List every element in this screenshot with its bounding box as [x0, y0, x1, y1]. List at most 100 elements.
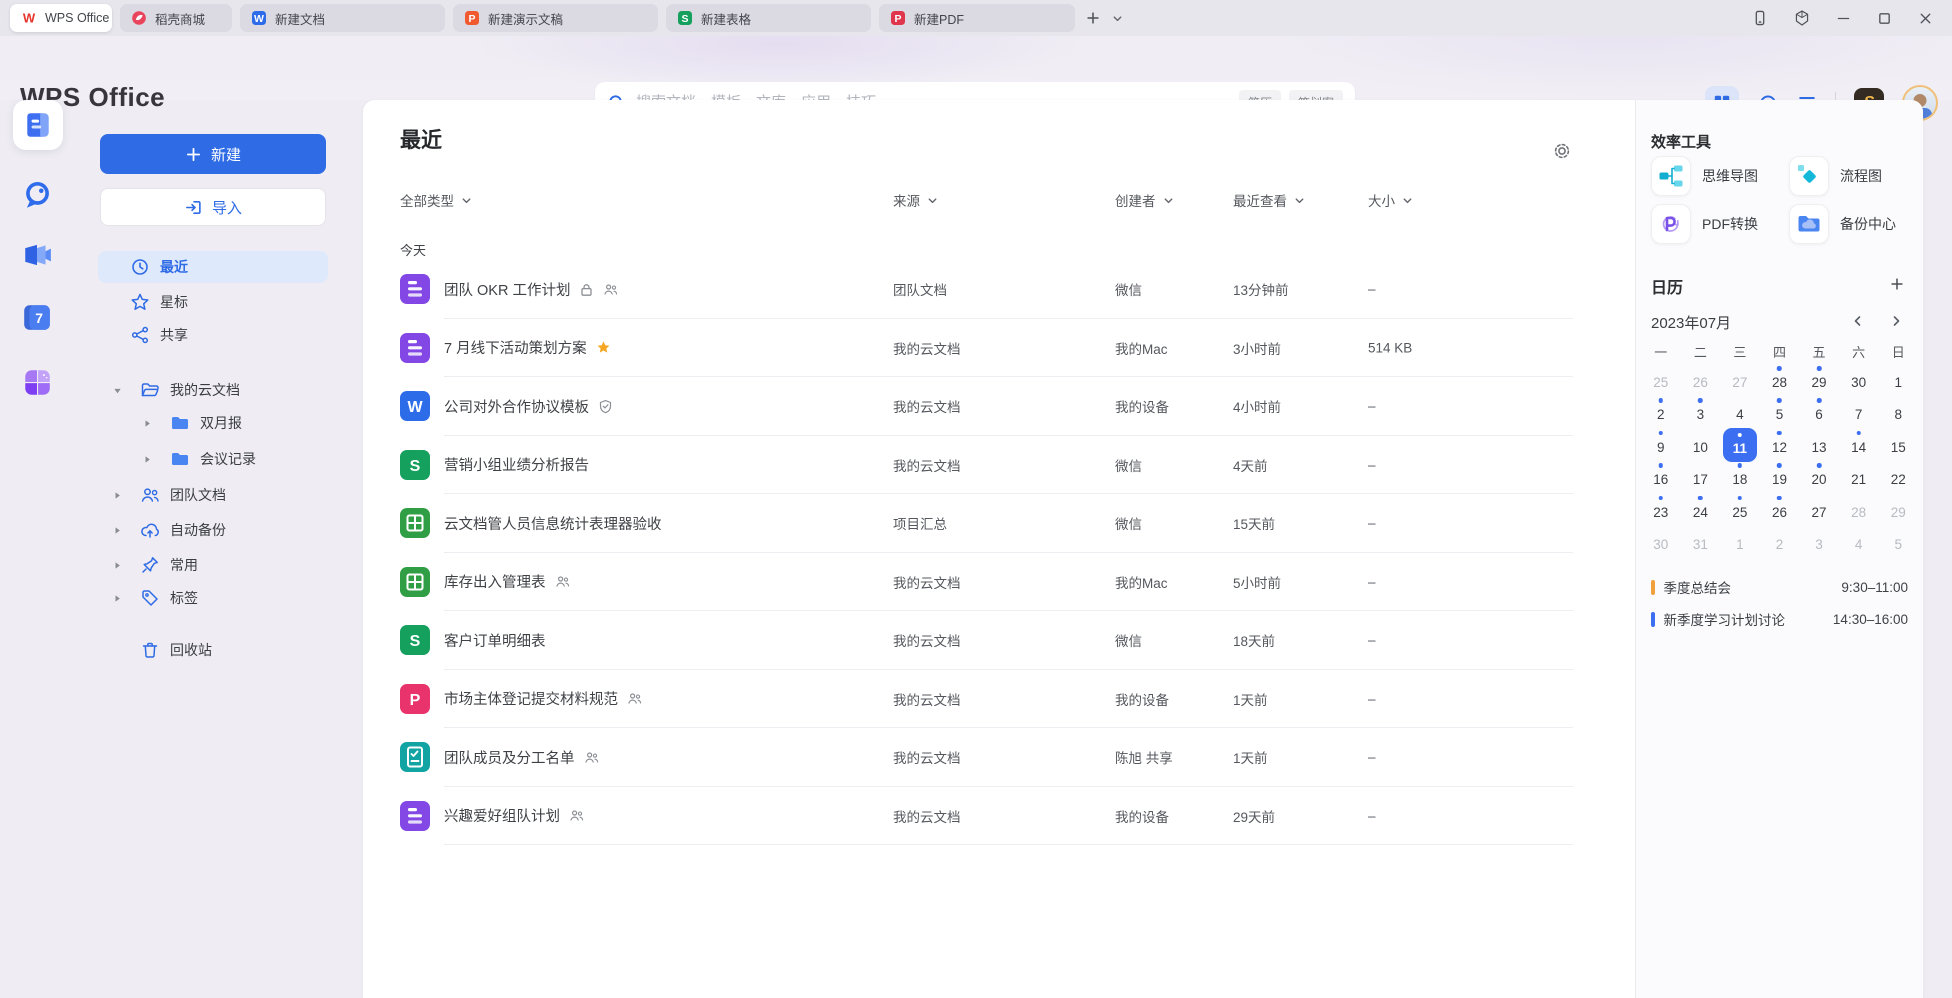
file-row[interactable]: 云文档管人员信息统计表理器验收 项目汇总 微信 15天前 –: [400, 494, 1573, 553]
app-tab-WPS Office[interactable]: W WPS Office: [10, 4, 112, 32]
filter-最近查看[interactable]: 最近查看: [1233, 190, 1306, 210]
calendar-day[interactable]: 26: [1760, 494, 1800, 526]
file-row[interactable]: 团队 OKR 工作计划 团队文档 微信 13分钟前 –: [400, 260, 1573, 319]
rail-meeting[interactable]: [21, 239, 53, 271]
calendar-day[interactable]: 28: [1839, 494, 1879, 526]
file-row[interactable]: 团队成员及分工名单 我的云文档 陈旭 共享 1天前 –: [400, 728, 1573, 787]
workspace-button[interactable]: [1793, 9, 1811, 27]
calendar-day[interactable]: 10: [1681, 429, 1721, 461]
star-icon: [596, 340, 611, 355]
calendar-day[interactable]: 12: [1760, 429, 1800, 461]
tool-思维导图[interactable]: 思维导图: [1651, 156, 1758, 196]
calendar-day[interactable]: 6: [1799, 396, 1839, 428]
import-button[interactable]: 导入: [100, 188, 326, 226]
rail-documents[interactable]: [13, 100, 63, 150]
calendar-day[interactable]: 7: [1839, 396, 1879, 428]
sidebar-item-回收站[interactable]: 回收站: [98, 634, 328, 666]
sidebar-tree-常用[interactable]: 常用: [98, 549, 328, 581]
calendar-day[interactable]: 3: [1799, 526, 1839, 558]
gear-icon[interactable]: [1552, 141, 1572, 161]
mobile-link-button[interactable]: [1751, 9, 1769, 27]
calendar-day[interactable]: 2: [1641, 396, 1681, 428]
file-row[interactable]: S 客户订单明细表 我的云文档 微信 18天前 –: [400, 611, 1573, 670]
file-name: 市场主体登记提交材料规范: [444, 688, 618, 709]
app-tab-新建表格[interactable]: S 新建表格: [666, 4, 871, 32]
rail-apps[interactable]: [21, 366, 53, 398]
sidebar-tree-标签[interactable]: 标签: [98, 582, 328, 614]
sidebar-tree-我的云文档[interactable]: 我的云文档: [98, 374, 328, 406]
app-tab-新建PDF[interactable]: P 新建PDF: [879, 4, 1075, 32]
file-row[interactable]: P 市场主体登记提交材料规范 我的云文档 我的设备 1天前 –: [400, 670, 1573, 729]
calendar-day[interactable]: 29: [1799, 364, 1839, 396]
new-tab-button[interactable]: [1085, 10, 1101, 26]
calendar-day[interactable]: 22: [1878, 461, 1918, 493]
calendar-day[interactable]: 16: [1641, 461, 1681, 493]
filter-来源[interactable]: 来源: [893, 190, 939, 210]
calendar-next-button[interactable]: [1889, 314, 1903, 328]
calendar-day[interactable]: 29: [1878, 494, 1918, 526]
calendar-add-button[interactable]: [1889, 276, 1905, 292]
sidebar-item-最近[interactable]: 最近: [98, 251, 328, 283]
calendar-day[interactable]: 5: [1760, 396, 1800, 428]
calendar-day[interactable]: 2: [1760, 526, 1800, 558]
calendar-day[interactable]: 27: [1720, 364, 1760, 396]
calendar-day[interactable]: 14: [1839, 429, 1879, 461]
tool-备份中心[interactable]: 备份中心: [1789, 204, 1896, 244]
calendar-day[interactable]: 26: [1681, 364, 1721, 396]
calendar-day[interactable]: 20: [1799, 461, 1839, 493]
calendar-day[interactable]: 28: [1760, 364, 1800, 396]
calendar-day[interactable]: 4: [1839, 526, 1879, 558]
calendar-day[interactable]: 27: [1799, 494, 1839, 526]
calendar-day[interactable]: 17: [1681, 461, 1721, 493]
calendar-day[interactable]: 30: [1641, 526, 1681, 558]
maximize-button[interactable]: [1876, 10, 1893, 27]
calendar-day[interactable]: 9: [1641, 429, 1681, 461]
calendar-day[interactable]: 25: [1720, 494, 1760, 526]
calendar-day[interactable]: 23: [1641, 494, 1681, 526]
calendar-day[interactable]: 31: [1681, 526, 1721, 558]
new-document-button[interactable]: 新建: [100, 134, 326, 174]
sidebar-tree-双月报[interactable]: 双月报: [98, 407, 328, 439]
calendar-day[interactable]: 13: [1799, 429, 1839, 461]
sidebar-tree-会议记录[interactable]: 会议记录: [98, 443, 328, 475]
calendar-day[interactable]: 30: [1839, 364, 1879, 396]
calendar-day[interactable]: 1: [1720, 526, 1760, 558]
filter-大小[interactable]: 大小: [1368, 190, 1414, 210]
file-row[interactable]: 兴趣爱好组队计划 我的云文档 我的设备 29天前 –: [400, 787, 1573, 846]
calendar-event[interactable]: 新季度学习计划讨论 14:30–16:00: [1651, 608, 1908, 630]
calendar-day[interactable]: 3: [1681, 396, 1721, 428]
calendar-day[interactable]: 5: [1878, 526, 1918, 558]
app-tab-新建演示文稿[interactable]: P 新建演示文稿: [453, 4, 658, 32]
tool-流程图[interactable]: 流程图: [1789, 156, 1882, 196]
sidebar-item-星标[interactable]: 星标: [98, 286, 328, 318]
app-tab-稻壳商城[interactable]: 稻壳商城: [120, 4, 232, 32]
calendar-prev-button[interactable]: [1851, 314, 1865, 328]
calendar-event[interactable]: 季度总结会 9:30–11:00: [1651, 576, 1908, 598]
app-tab-新建文档[interactable]: W 新建文档: [240, 4, 445, 32]
file-row[interactable]: S 营销小组业绩分析报告 我的云文档 微信 4天前 –: [400, 436, 1573, 495]
file-row[interactable]: W 公司对外合作协议模板 我的云文档 我的设备 4小时前 –: [400, 377, 1573, 436]
rail-calendar[interactable]: 7: [21, 301, 53, 333]
file-row[interactable]: 7 月线下活动策划方案 我的云文档 我的Mac 3小时前 514 KB: [400, 319, 1573, 378]
filter-创建者[interactable]: 创建者: [1115, 190, 1175, 210]
calendar-day[interactable]: 8: [1878, 396, 1918, 428]
calendar-day-selected[interactable]: 11: [1720, 429, 1760, 461]
filter-全部类型[interactable]: 全部类型: [400, 190, 473, 210]
minimize-button[interactable]: [1835, 10, 1852, 27]
calendar-day[interactable]: 4: [1720, 396, 1760, 428]
calendar-day[interactable]: 25: [1641, 364, 1681, 396]
calendar-day[interactable]: 15: [1878, 429, 1918, 461]
calendar-day[interactable]: 19: [1760, 461, 1800, 493]
calendar-day[interactable]: 18: [1720, 461, 1760, 493]
rail-chat[interactable]: [21, 179, 53, 211]
sidebar-item-共享[interactable]: 共享: [98, 319, 328, 351]
file-row[interactable]: 库存出入管理表 我的云文档 我的Mac 5小时前 –: [400, 553, 1573, 612]
tab-list-chevron-button[interactable]: [1111, 12, 1124, 25]
calendar-day[interactable]: 1: [1878, 364, 1918, 396]
close-button[interactable]: [1917, 10, 1934, 27]
sidebar-tree-自动备份[interactable]: 自动备份: [98, 514, 328, 546]
calendar-day[interactable]: 21: [1839, 461, 1879, 493]
tool-PDF转换[interactable]: PDF转换: [1651, 204, 1758, 244]
sidebar-tree-团队文档[interactable]: 团队文档: [98, 479, 328, 511]
calendar-day[interactable]: 24: [1681, 494, 1721, 526]
